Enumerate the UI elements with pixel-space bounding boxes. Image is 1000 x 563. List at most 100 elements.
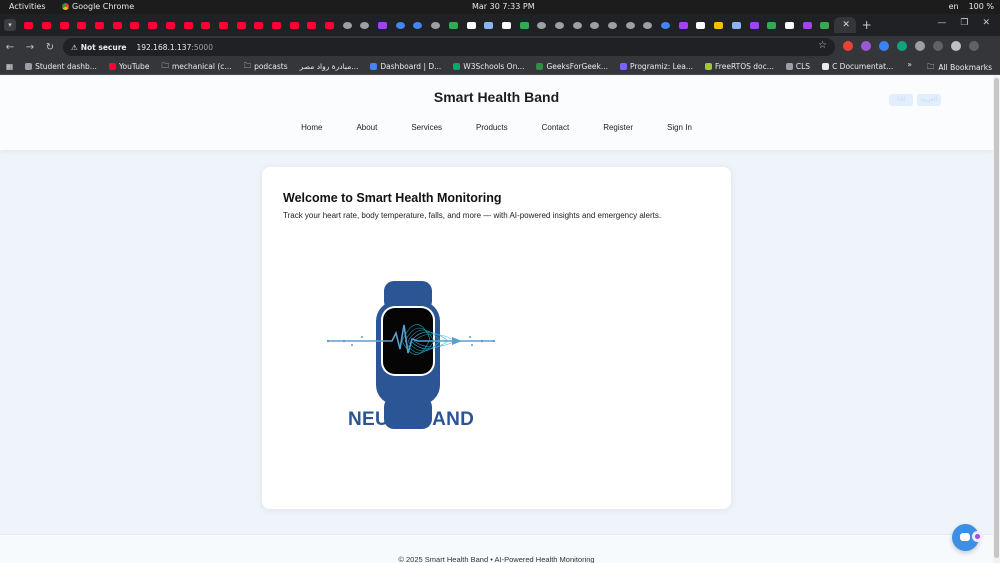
nav-register[interactable]: Register	[586, 123, 650, 132]
bookmark-item[interactable]: YouTube	[108, 62, 149, 71]
close-tab-icon[interactable]: ✕	[842, 20, 850, 30]
browser-tab[interactable]	[728, 17, 746, 33]
bookmark-item[interactable]: Dashboard | D...	[370, 62, 441, 71]
browser-tab[interactable]	[710, 17, 728, 33]
chat-assistant-button[interactable]	[952, 524, 983, 551]
browser-tab[interactable]	[179, 17, 197, 33]
browser-tab[interactable]	[763, 17, 781, 33]
bookmark-item[interactable]: مبادرة رواد مصر...	[300, 62, 359, 71]
browser-tab[interactable]	[409, 17, 427, 33]
more-bookmarks-icon[interactable]: »	[907, 60, 912, 69]
nav-home[interactable]: Home	[284, 123, 339, 132]
bookmark-item[interactable]: Programiz: Lea...	[620, 62, 693, 71]
browser-tab[interactable]	[268, 17, 286, 33]
browser-tab[interactable]	[462, 17, 480, 33]
browser-tab[interactable]	[285, 17, 303, 33]
browser-tab[interactable]	[232, 17, 250, 33]
browser-tab[interactable]	[55, 17, 73, 33]
browser-tab-active[interactable]: ✕	[833, 17, 856, 33]
browser-tab[interactable]	[445, 17, 463, 33]
nav-contact[interactable]: Contact	[525, 123, 587, 132]
browser-tab[interactable]	[498, 17, 516, 33]
bookmark-item[interactable]: Student dashb...	[25, 62, 97, 71]
extension-icon[interactable]	[879, 41, 889, 51]
browser-tab[interactable]	[197, 17, 215, 33]
scrollbar-thumb[interactable]	[994, 78, 999, 558]
browser-tab[interactable]	[391, 17, 409, 33]
nav-about[interactable]: About	[339, 123, 394, 132]
browser-tab[interactable]	[551, 17, 569, 33]
language-en-button[interactable]: EN	[889, 94, 913, 106]
extension-icon[interactable]	[861, 41, 871, 51]
bookmark-label: Programiz: Lea...	[630, 61, 694, 71]
bookmark-folder[interactable]: 🗀 podcasts	[244, 60, 288, 73]
browser-tab[interactable]	[586, 17, 604, 33]
browser-tab[interactable]	[91, 17, 109, 33]
apps-grid-icon[interactable]: ▦	[6, 62, 13, 71]
browser-tab[interactable]	[621, 17, 639, 33]
browser-tab[interactable]	[126, 17, 144, 33]
browser-tab[interactable]	[303, 17, 321, 33]
media-icon[interactable]	[933, 41, 943, 51]
chrome-menu-icon[interactable]	[969, 41, 979, 51]
browser-tab[interactable]	[568, 17, 586, 33]
browser-tab[interactable]	[604, 17, 622, 33]
browser-tab[interactable]	[144, 17, 162, 33]
new-tab-icon[interactable]: +	[862, 18, 872, 32]
nav-sign-in[interactable]: Sign In	[650, 123, 709, 132]
browser-tab[interactable]	[73, 17, 91, 33]
extension-icon[interactable]	[843, 41, 853, 51]
profile-avatar[interactable]	[951, 41, 961, 51]
browser-tab[interactable]	[480, 17, 498, 33]
address-bar[interactable]: ⚠ Not secure 192.168.1.137 :5000 ☆	[63, 38, 835, 56]
bookmark-star-icon[interactable]: ☆	[818, 40, 827, 51]
browser-tab[interactable]	[374, 17, 392, 33]
close-window-icon[interactable]: ✕	[982, 18, 990, 28]
browser-tab[interactable]	[781, 17, 799, 33]
system-tray[interactable]: en 100 %	[949, 2, 994, 11]
browser-tab[interactable]	[692, 17, 710, 33]
bookmark-item[interactable]: GeeksForGeek...	[536, 62, 608, 71]
reload-icon[interactable]: ↻	[40, 42, 60, 53]
browser-tab[interactable]	[215, 17, 233, 33]
chatgpt-icon[interactable]	[897, 41, 907, 51]
extensions-puzzle-icon[interactable]	[915, 41, 925, 51]
browser-tab[interactable]	[356, 17, 374, 33]
browser-tab[interactable]	[816, 17, 834, 33]
language-ar-button[interactable]: العربية	[917, 94, 941, 106]
browser-tab[interactable]	[674, 17, 692, 33]
bookmark-item[interactable]: W3Schools On...	[453, 62, 524, 71]
back-icon[interactable]: ←	[0, 42, 20, 53]
bookmark-item[interactable]: C Documentat...	[822, 62, 893, 71]
browser-tab[interactable]	[108, 17, 126, 33]
browser-tab[interactable]	[250, 17, 268, 33]
nav-services[interactable]: Services	[394, 123, 459, 132]
browser-tab[interactable]	[798, 17, 816, 33]
browser-tab[interactable]	[427, 17, 445, 33]
restore-icon[interactable]: ❐	[960, 18, 968, 28]
all-bookmarks-button[interactable]: 🗀 All Bookmarks	[927, 61, 992, 74]
minimize-icon[interactable]: —	[937, 18, 946, 28]
bookmark-item[interactable]: FreeRTOS doc...	[705, 62, 774, 71]
active-app-indicator[interactable]: Google Chrome	[62, 2, 134, 11]
page-scrollbar[interactable]	[993, 76, 1000, 563]
browser-tab[interactable]	[338, 17, 356, 33]
browser-tab[interactable]	[515, 17, 533, 33]
security-indicator[interactable]: ⚠ Not secure	[71, 43, 126, 52]
activities-button[interactable]: Activities	[9, 2, 46, 11]
browser-tab[interactable]	[321, 17, 339, 33]
language-indicator[interactable]: en	[949, 2, 959, 11]
browser-tab[interactable]	[20, 17, 38, 33]
browser-tab[interactable]	[657, 17, 675, 33]
browser-tab[interactable]	[38, 17, 56, 33]
tab-search-icon[interactable]: ▾	[4, 19, 16, 31]
browser-tab[interactable]	[162, 17, 180, 33]
bookmark-item[interactable]: CLS	[785, 62, 810, 71]
system-clock[interactable]: Mar 30 7:33 PM	[472, 2, 535, 11]
bookmark-folder[interactable]: 🗀 mechanical (c...	[161, 60, 231, 73]
forward-icon[interactable]: →	[20, 42, 40, 53]
nav-products[interactable]: Products	[459, 123, 525, 132]
browser-tab[interactable]	[639, 17, 657, 33]
browser-tab[interactable]	[745, 17, 763, 33]
browser-tab[interactable]	[533, 17, 551, 33]
